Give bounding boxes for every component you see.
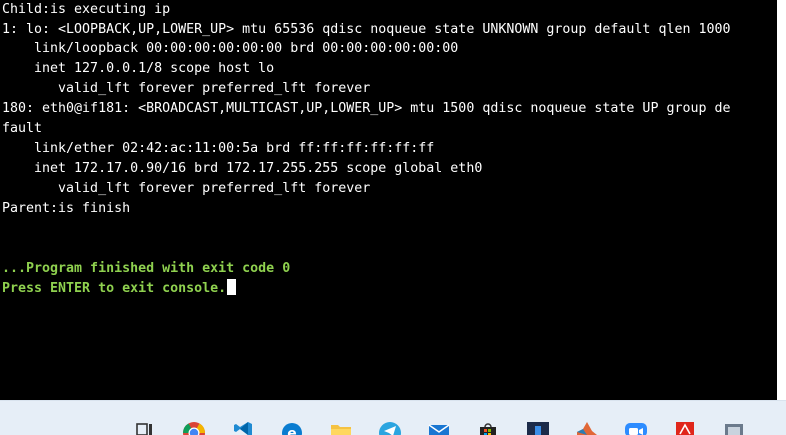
terminal-console[interactable]: Child:is executing ip 1: lo: <LOOPBACK,U… — [0, 0, 777, 400]
output-line: 180: eth0@if181: <BROADCAST,MULTICAST,UP… — [2, 99, 731, 119]
zoom-icon[interactable] — [624, 419, 648, 435]
exit-prompt-text: Press ENTER to exit console. — [2, 281, 226, 296]
vscode-icon[interactable] — [231, 419, 255, 435]
chrome-icon[interactable] — [182, 419, 206, 435]
output-line: link/loopback 00:00:00:00:00:00 brd 00:0… — [2, 39, 458, 59]
vertical-scrollbar[interactable] — [777, 0, 786, 400]
edge-icon[interactable]: e — [280, 419, 304, 435]
text-cursor — [227, 279, 236, 295]
task-view-icon[interactable] — [133, 419, 157, 435]
matlab-icon[interactable] — [575, 419, 599, 435]
pdf-reader-icon[interactable] — [673, 419, 697, 435]
output-line: valid_lft forever preferred_lft forever — [2, 179, 370, 199]
taskbar: e — [0, 400, 786, 435]
output-line: link/ether 02:42:ac:11:00:5a brd ff:ff:f… — [2, 139, 434, 159]
output-line: inet 172.17.0.90/16 brd 172.17.255.255 s… — [2, 159, 482, 179]
output-line: 1: lo: <LOOPBACK,UP,LOWER_UP> mtu 65536 … — [2, 20, 731, 40]
app-icon[interactable] — [722, 419, 746, 435]
ide-icon[interactable] — [526, 419, 550, 435]
output-line: valid_lft forever preferred_lft forever — [2, 79, 370, 99]
output-line: Child:is executing ip — [2, 0, 170, 20]
output-line: Parent:is finish — [2, 199, 130, 219]
output-line: fault — [2, 119, 42, 139]
output-line: inet 127.0.0.1/8 scope host lo — [2, 59, 274, 79]
telegram-icon[interactable] — [378, 419, 402, 435]
store-icon[interactable] — [476, 419, 500, 435]
program-finished-message: ...Program finished with exit code 0 — [2, 259, 290, 279]
exit-prompt-line: Press ENTER to exit console. — [2, 279, 236, 299]
mail-icon[interactable] — [427, 419, 451, 435]
file-explorer-icon[interactable] — [329, 419, 353, 435]
